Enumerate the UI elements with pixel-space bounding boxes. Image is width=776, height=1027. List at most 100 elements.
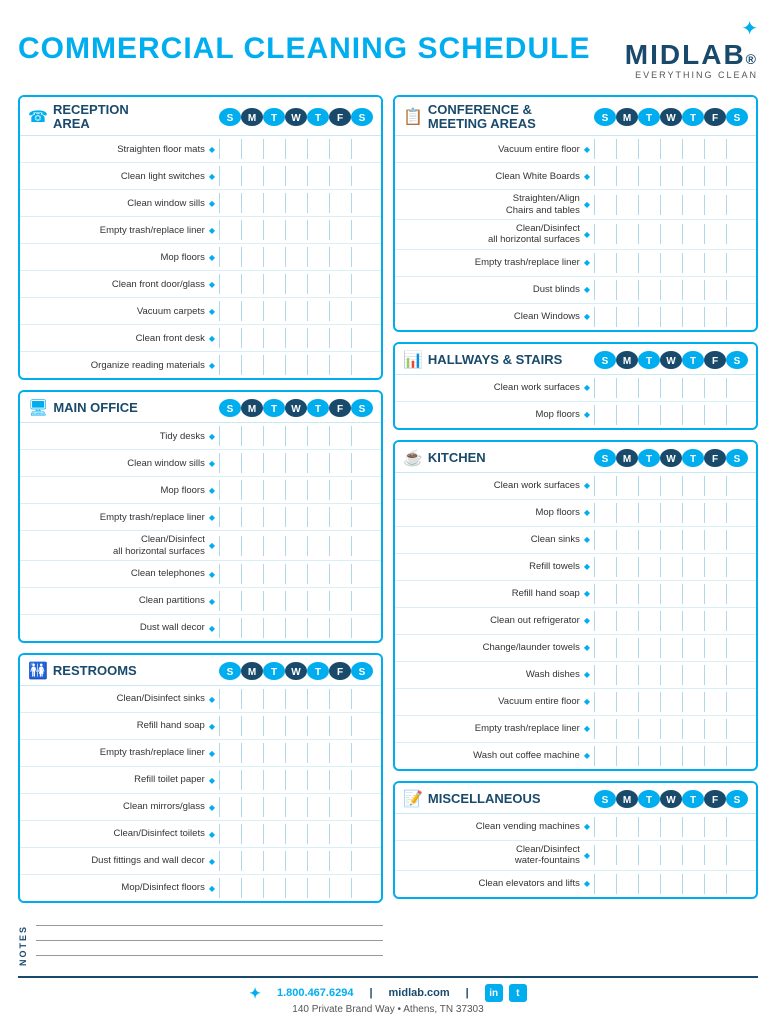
task-cell[interactable]	[285, 743, 307, 763]
task-cell[interactable]	[219, 716, 241, 736]
task-cell[interactable]	[263, 426, 285, 446]
task-cell[interactable]	[594, 611, 616, 631]
task-cell[interactable]	[351, 564, 373, 584]
task-cell[interactable]	[285, 851, 307, 871]
task-cell[interactable]	[682, 665, 704, 685]
task-cell[interactable]	[682, 195, 704, 215]
task-cell[interactable]	[616, 224, 638, 244]
task-cell[interactable]	[329, 301, 351, 321]
task-cell[interactable]	[329, 453, 351, 473]
task-cell[interactable]	[704, 253, 726, 273]
task-cell[interactable]	[329, 797, 351, 817]
task-cell[interactable]	[241, 824, 263, 844]
task-cell[interactable]	[616, 692, 638, 712]
task-cell[interactable]	[594, 692, 616, 712]
task-cell[interactable]	[307, 426, 329, 446]
task-cell[interactable]	[241, 247, 263, 267]
task-cell[interactable]	[285, 480, 307, 500]
task-cell[interactable]	[682, 817, 704, 837]
task-cell[interactable]	[704, 692, 726, 712]
task-cell[interactable]	[307, 824, 329, 844]
task-cell[interactable]	[285, 220, 307, 240]
task-cell[interactable]	[351, 824, 373, 844]
task-cell[interactable]	[285, 716, 307, 736]
task-cell[interactable]	[726, 817, 748, 837]
task-cell[interactable]	[682, 224, 704, 244]
task-cell[interactable]	[263, 851, 285, 871]
task-cell[interactable]	[351, 220, 373, 240]
task-cell[interactable]	[307, 618, 329, 638]
task-cell[interactable]	[263, 139, 285, 159]
task-cell[interactable]	[263, 591, 285, 611]
task-cell[interactable]	[263, 878, 285, 898]
task-cell[interactable]	[616, 503, 638, 523]
task-cell[interactable]	[638, 139, 660, 159]
task-cell[interactable]	[660, 503, 682, 523]
task-cell[interactable]	[594, 139, 616, 159]
task-cell[interactable]	[682, 166, 704, 186]
task-cell[interactable]	[660, 378, 682, 398]
task-cell[interactable]	[638, 746, 660, 766]
task-cell[interactable]	[594, 280, 616, 300]
task-cell[interactable]	[219, 564, 241, 584]
task-cell[interactable]	[241, 770, 263, 790]
task-cell[interactable]	[682, 638, 704, 658]
task-cell[interactable]	[351, 536, 373, 556]
task-cell[interactable]	[329, 139, 351, 159]
task-cell[interactable]	[351, 878, 373, 898]
task-cell[interactable]	[219, 591, 241, 611]
task-cell[interactable]	[219, 355, 241, 375]
task-cell[interactable]	[704, 611, 726, 631]
task-cell[interactable]	[241, 878, 263, 898]
task-cell[interactable]	[704, 719, 726, 739]
task-cell[interactable]	[329, 591, 351, 611]
task-cell[interactable]	[219, 139, 241, 159]
task-cell[interactable]	[682, 139, 704, 159]
task-cell[interactable]	[351, 193, 373, 213]
task-cell[interactable]	[351, 480, 373, 500]
task-cell[interactable]	[307, 274, 329, 294]
task-cell[interactable]	[682, 584, 704, 604]
task-cell[interactable]	[726, 253, 748, 273]
task-cell[interactable]	[660, 692, 682, 712]
task-cell[interactable]	[241, 301, 263, 321]
task-cell[interactable]	[594, 557, 616, 577]
task-cell[interactable]	[594, 224, 616, 244]
task-cell[interactable]	[219, 274, 241, 294]
task-cell[interactable]	[660, 476, 682, 496]
task-cell[interactable]	[660, 530, 682, 550]
task-cell[interactable]	[307, 193, 329, 213]
task-cell[interactable]	[307, 139, 329, 159]
task-cell[interactable]	[219, 536, 241, 556]
task-cell[interactable]	[726, 224, 748, 244]
task-cell[interactable]	[682, 530, 704, 550]
task-cell[interactable]	[263, 689, 285, 709]
task-cell[interactable]	[660, 253, 682, 273]
task-cell[interactable]	[351, 426, 373, 446]
task-cell[interactable]	[594, 166, 616, 186]
task-cell[interactable]	[726, 378, 748, 398]
task-cell[interactable]	[594, 503, 616, 523]
task-cell[interactable]	[704, 166, 726, 186]
task-cell[interactable]	[704, 280, 726, 300]
task-cell[interactable]	[285, 591, 307, 611]
task-cell[interactable]	[351, 301, 373, 321]
task-cell[interactable]	[307, 301, 329, 321]
task-cell[interactable]	[616, 665, 638, 685]
task-cell[interactable]	[351, 770, 373, 790]
task-cell[interactable]	[241, 536, 263, 556]
task-cell[interactable]	[616, 253, 638, 273]
task-cell[interactable]	[329, 824, 351, 844]
task-cell[interactable]	[285, 878, 307, 898]
task-cell[interactable]	[616, 405, 638, 425]
task-cell[interactable]	[638, 280, 660, 300]
task-cell[interactable]	[285, 689, 307, 709]
task-cell[interactable]	[219, 824, 241, 844]
task-cell[interactable]	[638, 638, 660, 658]
task-cell[interactable]	[726, 557, 748, 577]
task-cell[interactable]	[682, 253, 704, 273]
task-cell[interactable]	[241, 426, 263, 446]
task-cell[interactable]	[263, 770, 285, 790]
task-cell[interactable]	[285, 453, 307, 473]
task-cell[interactable]	[594, 817, 616, 837]
